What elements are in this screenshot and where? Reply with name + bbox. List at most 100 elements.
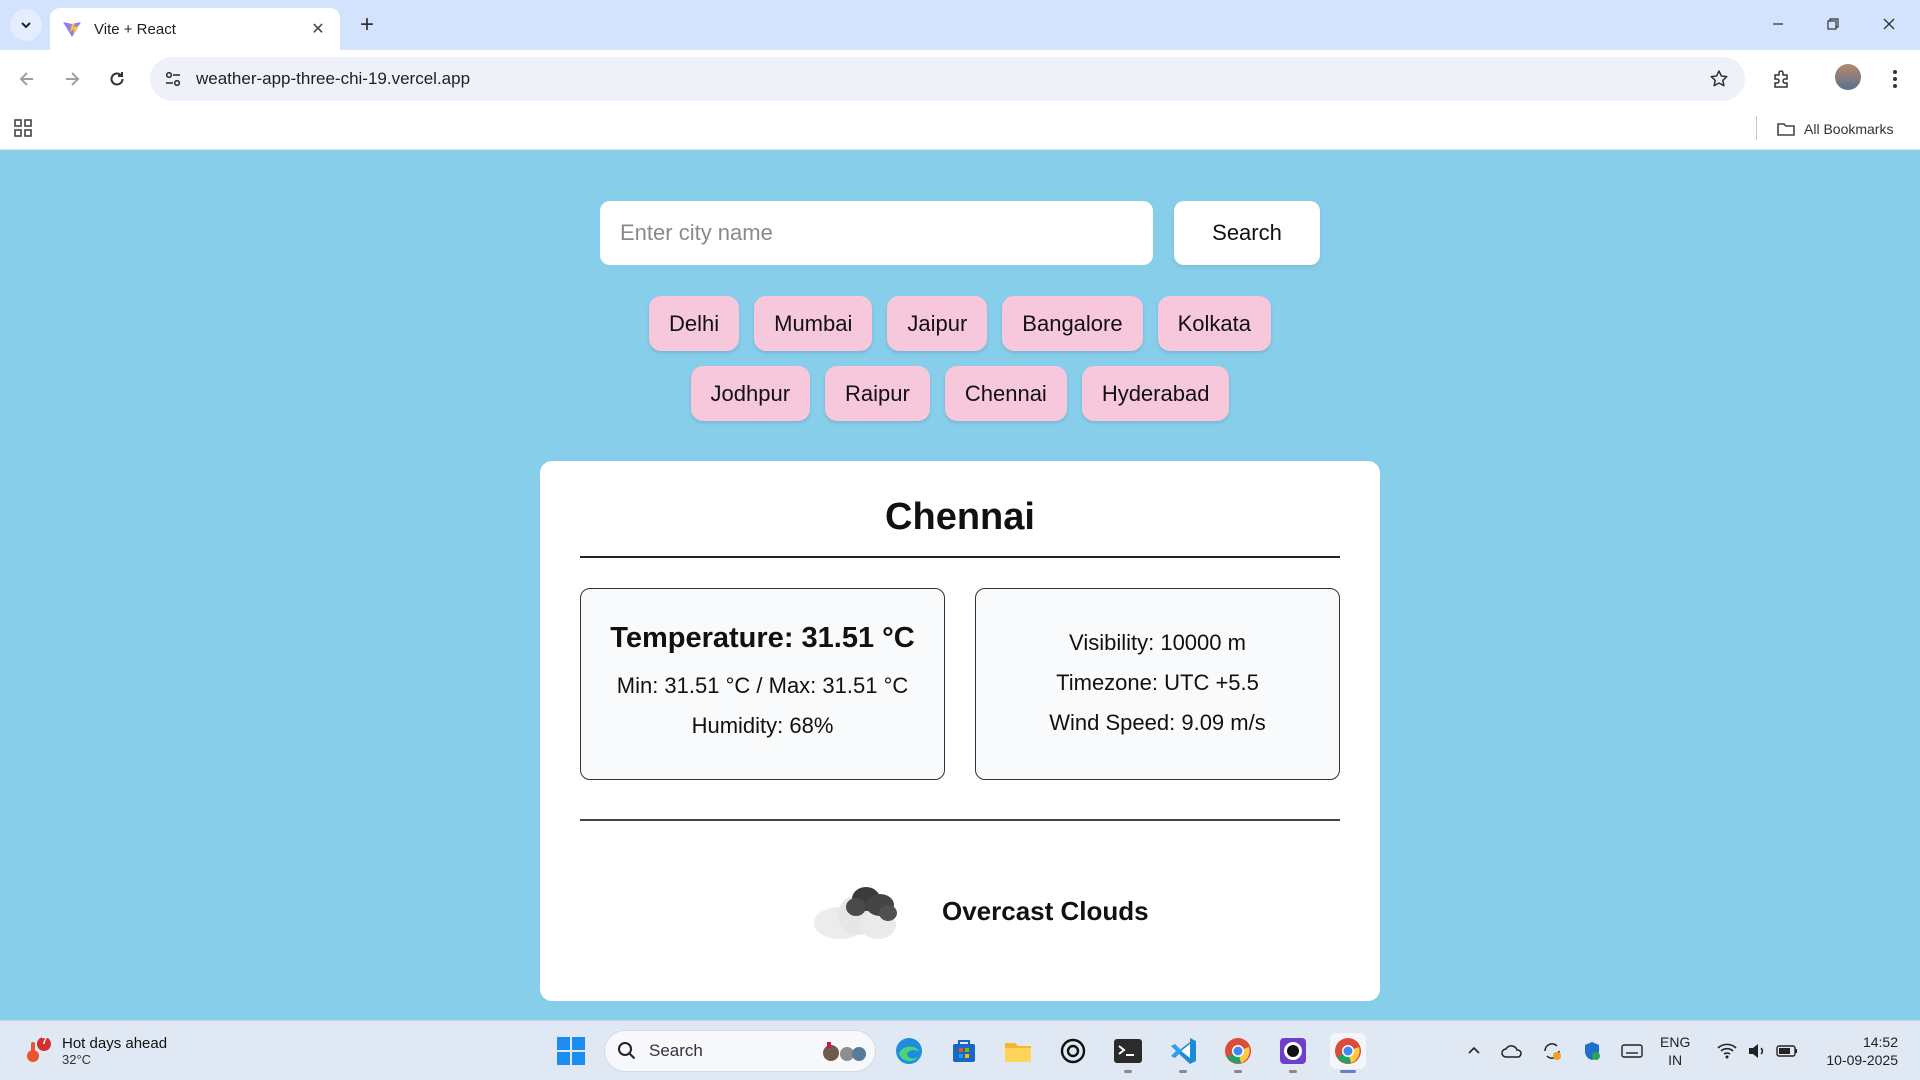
chrome-profile-app-icon[interactable] — [1220, 1033, 1256, 1073]
system-clock[interactable]: 14:52 10-09-2025 — [1812, 1033, 1898, 1069]
volume-icon[interactable] — [1745, 1039, 1769, 1063]
chrome-profile-running-indicator — [1234, 1070, 1242, 1073]
sync-icon[interactable] — [1540, 1039, 1564, 1063]
microsoft-store-app-icon[interactable] — [946, 1033, 982, 1069]
address-bar[interactable]: weather-app-three-chi-19.vercel.app — [150, 57, 1745, 101]
minimize-window-button[interactable] — [1755, 8, 1801, 40]
extensions-button[interactable] — [1767, 64, 1797, 94]
arrow-right-icon — [66, 72, 80, 86]
profile-avatar[interactable] — [1835, 64, 1861, 90]
forward-button[interactable] — [57, 64, 87, 94]
city-chip-raipur[interactable]: Raipur — [825, 366, 930, 421]
new-tab-button[interactable]: + — [352, 10, 382, 40]
show-hidden-icons-chevron-up-icon[interactable] — [1462, 1039, 1486, 1063]
city-chip-mumbai[interactable]: Mumbai — [754, 296, 873, 351]
chevron-down-icon — [21, 22, 31, 29]
reload-icon — [110, 72, 124, 86]
wifi-icon[interactable] — [1715, 1039, 1739, 1063]
city-chip-delhi[interactable]: Delhi — [648, 296, 740, 351]
city-chip-jaipur[interactable]: Jaipur — [887, 296, 988, 351]
restore-window-button[interactable] — [1810, 8, 1856, 40]
bookmark-star-icon[interactable] — [1707, 67, 1731, 91]
tab-search-button[interactable] — [10, 9, 42, 41]
terminal-app-icon[interactable] — [1110, 1033, 1146, 1073]
language-indicator[interactable]: ENG IN — [1660, 1033, 1690, 1069]
chrome-app-icon[interactable] — [1330, 1033, 1366, 1073]
close-icon — [1883, 18, 1895, 30]
chrome-active-indicator — [1340, 1070, 1356, 1073]
github-desktop-running-indicator — [1289, 1070, 1297, 1073]
taskbar-search-box[interactable]: Search — [604, 1030, 876, 1072]
city-name-heading: Chennai — [885, 496, 1035, 538]
search-button[interactable]: Search — [1174, 201, 1320, 265]
browser-tab[interactable]: Vite + React ✕ — [50, 8, 340, 50]
restore-icon — [1827, 18, 1839, 30]
search-highlight-icon — [823, 1042, 866, 1061]
security-shield-icon[interactable] — [1580, 1039, 1604, 1063]
terminal-running-indicator — [1124, 1070, 1132, 1073]
taskbar-search-label: Search — [649, 1041, 703, 1060]
overcast-clouds-icon — [814, 887, 897, 939]
condition-text: Overcast Clouds — [942, 895, 1149, 926]
vscode-running-indicator — [1179, 1070, 1187, 1073]
weather-widget-temp: 32°C — [62, 1052, 92, 1067]
weather-card: Chennai Temperature: 31.51 °C Min: 31.51… — [540, 461, 1380, 1001]
vite-logo-icon — [62, 19, 82, 39]
timezone-value: Timezone: UTC +5.5 — [1056, 670, 1259, 695]
weather-alert-badge: 7 — [41, 1036, 48, 1047]
humidity-value: Humidity: 68% — [691, 712, 834, 738]
thermometer-icon: 7 — [22, 1036, 52, 1066]
city-chip-kolkata[interactable]: Kolkata — [1157, 296, 1271, 351]
city-chip-hyderabad[interactable]: Hyderabad — [1081, 366, 1230, 421]
city-chips-row-2: Jodhpur Raipur Chennai Hyderabad — [0, 366, 1920, 421]
all-bookmarks-label: All Bookmarks — [1804, 121, 1894, 137]
battery-icon[interactable] — [1775, 1039, 1799, 1063]
language-code: ENG — [1660, 1034, 1691, 1050]
all-bookmarks-button[interactable]: All Bookmarks — [1776, 116, 1893, 142]
visibility-value: Visibility: 10000 m — [1069, 630, 1246, 655]
apps-grid-icon[interactable] — [12, 117, 36, 141]
browser-menu-button[interactable] — [1880, 64, 1910, 94]
weather-condition: Overcast Clouds — [810, 876, 1149, 946]
details-panel: Visibility: 10000 m Timezone: UTC +5.5 W… — [975, 588, 1340, 780]
search-row: Search — [600, 201, 1320, 265]
minimize-icon — [1773, 23, 1783, 25]
windows-start-icon[interactable] — [555, 1035, 587, 1067]
taskbar-weather-widget[interactable]: 7 Hot days ahead 32°C — [22, 1028, 167, 1074]
url-text: weather-app-three-chi-19.vercel.app — [196, 69, 471, 88]
vscode-app-icon[interactable] — [1165, 1033, 1201, 1073]
keyboard-icon[interactable] — [1620, 1039, 1644, 1063]
city-search-input[interactable] — [600, 201, 1153, 265]
back-button[interactable] — [12, 64, 42, 94]
tab-title: Vite + React — [94, 20, 176, 38]
condition-divider — [580, 819, 1340, 821]
arrow-left-icon — [19, 72, 33, 86]
title-divider — [580, 556, 1340, 558]
onedrive-cloud-icon[interactable] — [1500, 1039, 1524, 1063]
site-info-icon[interactable] — [164, 70, 182, 88]
city-chip-chennai[interactable]: Chennai — [944, 366, 1067, 421]
city-chip-bangalore[interactable]: Bangalore — [1002, 296, 1143, 351]
clock-date: 10-09-2025 — [1826, 1052, 1898, 1068]
reload-button[interactable] — [102, 64, 132, 94]
city-chips-row-1: Delhi Mumbai Jaipur Bangalore Kolkata — [0, 296, 1920, 351]
windows-taskbar: 7 Hot days ahead 32°C Search ENG IN 14:5… — [0, 1020, 1920, 1080]
bookmarks-divider — [1756, 116, 1757, 140]
weather-app-page: Search Delhi Mumbai Jaipur Bangalore Kol… — [0, 150, 1920, 1020]
temperature-panel: Temperature: 31.51 °C Min: 31.51 °C / Ma… — [580, 588, 945, 780]
tab-strip: Vite + React ✕ + — [0, 0, 1920, 50]
github-desktop-app-icon[interactable] — [1275, 1033, 1311, 1073]
search-icon — [618, 1042, 636, 1060]
close-tab-icon[interactable]: ✕ — [308, 19, 328, 39]
folder-icon — [1777, 123, 1795, 136]
city-chip-jodhpur[interactable]: Jodhpur — [690, 366, 811, 421]
close-window-button[interactable] — [1866, 8, 1912, 40]
bookmarks-bar: All Bookmarks — [0, 108, 1920, 150]
puzzle-icon — [1774, 70, 1788, 88]
temperature-value: Temperature: 31.51 °C — [610, 621, 915, 654]
file-explorer-app-icon[interactable] — [1000, 1033, 1036, 1069]
chatgpt-app-icon[interactable] — [1055, 1033, 1091, 1069]
clock-time: 14:52 — [1862, 1034, 1898, 1050]
edge-app-icon[interactable] — [891, 1033, 927, 1069]
more-vertical-icon — [1893, 70, 1897, 88]
